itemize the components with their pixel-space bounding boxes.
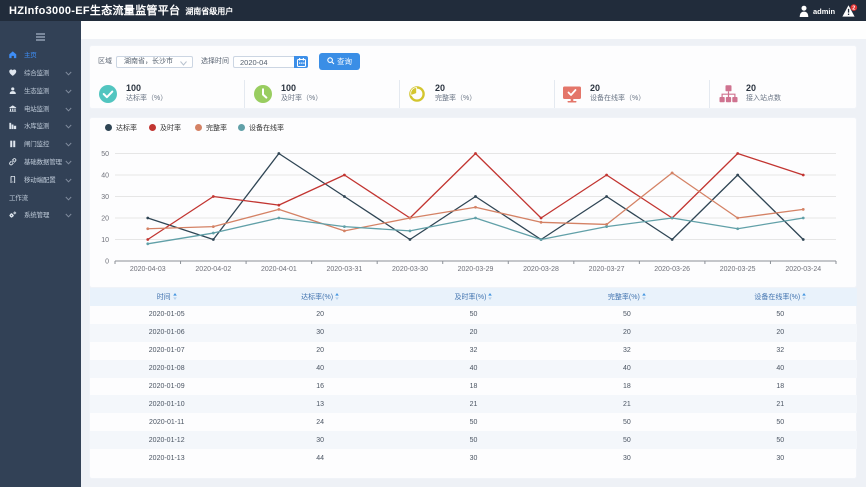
svg-text:2020-04-01: 2020-04-01 [261,266,297,273]
svg-text:2020-03-30: 2020-03-30 [392,266,428,273]
svg-text:20: 20 [101,216,109,223]
svg-text:2020-03-28: 2020-03-28 [523,266,559,273]
svg-text:2: 2 [852,6,855,12]
svg-text:10: 10 [101,237,109,244]
svg-text:2020-03-27: 2020-03-27 [589,266,625,273]
svg-text:40: 40 [101,173,109,180]
svg-text:2020-03-26: 2020-03-26 [654,266,690,273]
svg-text:2020-04-02: 2020-04-02 [195,266,231,273]
svg-text:2020-03-31: 2020-03-31 [327,266,363,273]
svg-text:2020-03-25: 2020-03-25 [720,266,756,273]
svg-text:2020-04-03: 2020-04-03 [130,266,166,273]
svg-text:0: 0 [105,259,109,266]
svg-text:30: 30 [101,194,109,201]
svg-text:50: 50 [101,151,109,158]
svg-text:2020-03-24: 2020-03-24 [785,266,821,273]
svg-text:2020-03-29: 2020-03-29 [458,266,494,273]
